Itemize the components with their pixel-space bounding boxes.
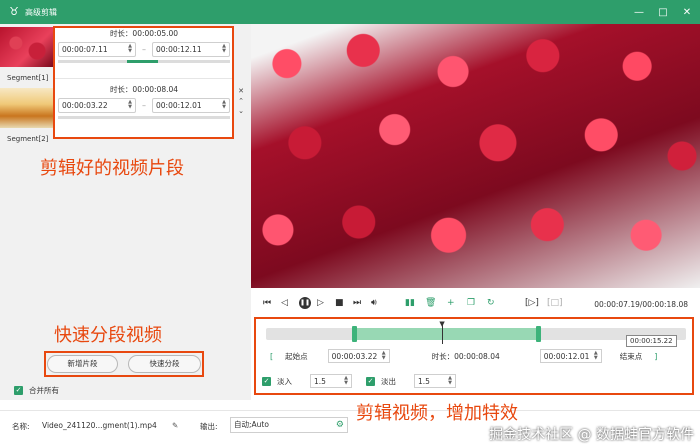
segment-progress-bar: [58, 60, 230, 63]
stepper-arrows-icon[interactable]: ▲ ▼: [344, 376, 348, 386]
delete-icon[interactable]: 🗑︎: [425, 296, 436, 310]
segment-thumbnail-2[interactable]: Segment[2]: [0, 88, 53, 144]
player-controls: ⏮ ◁ ❚❚ ▷ ■ ⏭ 🔊︎ ▮▮ 🗑︎ + ❐ ↻ [▷] [□] 00:0…: [251, 292, 700, 314]
split-icon[interactable]: ▮▮: [405, 296, 415, 310]
move-down-icon[interactable]: ⌄: [236, 106, 246, 116]
video-preview: [251, 24, 700, 288]
range-duration: 时长：00:00:08.04: [431, 351, 500, 361]
remove-segment-icon[interactable]: ✕: [236, 86, 246, 96]
stepper-arrows-icon[interactable]: ▲ ▼: [128, 100, 132, 110]
maximize-icon[interactable]: □: [658, 7, 668, 18]
minimize-icon[interactable]: —: [634, 7, 644, 18]
merge-all-checkbox[interactable]: ✓: [14, 386, 23, 395]
copy-icon[interactable]: ❐: [467, 296, 475, 310]
stepper-arrows-icon[interactable]: ▲ ▼: [382, 351, 386, 361]
segment-buttons: 新增片段 快速分段: [44, 352, 204, 376]
stepper-arrows-icon[interactable]: ▲ ▼: [222, 100, 226, 110]
segment-start-stepper[interactable]: 00:00:07.11 ▲ ▼: [58, 41, 136, 57]
undo-icon[interactable]: ↻: [487, 296, 495, 310]
selection-end-handle[interactable]: [536, 326, 541, 342]
segment-end-stepper[interactable]: 00:00:12.11 ▲ ▼: [152, 41, 230, 57]
stepper-arrows-icon[interactable]: ▲ ▼: [128, 44, 132, 54]
gear-icon[interactable]: ⚙: [336, 418, 344, 432]
title-bar: ♉ 高级剪辑 — □ ✕: [0, 0, 700, 24]
segment-end-stepper[interactable]: 00:00:12.01 ▲ ▼: [152, 97, 230, 113]
fade-out-label: 淡出: [381, 376, 396, 386]
stepper-arrows-icon[interactable]: ▲ ▼: [448, 376, 452, 386]
skip-end-icon[interactable]: ⏭: [353, 296, 361, 310]
annotation-clipped-segments: 剪辑好的视频片段: [40, 158, 184, 179]
output-select[interactable]: 自动;Auto ⚙: [230, 417, 348, 433]
name-label: 名称:: [12, 422, 30, 431]
range-dash: –: [142, 100, 146, 110]
skip-start-icon[interactable]: ⏮: [263, 296, 271, 310]
fade-out-stepper[interactable]: 1.5 ▲ ▼: [414, 374, 456, 388]
watermark: 掘金技术社区 @ 数据蛙官方软件: [489, 427, 694, 443]
stop-icon[interactable]: ■: [335, 296, 344, 310]
move-up-icon[interactable]: ⌃: [236, 96, 246, 106]
fade-in-label: 淡入: [277, 376, 292, 386]
segment-thumbnail-label: Segment[2]: [7, 135, 49, 143]
timecode: 00:00:07.19/00:00:18.08: [594, 300, 688, 309]
window-title: 高级剪辑: [25, 7, 57, 17]
card-divider: [55, 78, 233, 79]
stepper-arrows-icon[interactable]: ▲ ▼: [222, 44, 226, 54]
merge-all-option[interactable]: ✓ 合并所有: [14, 385, 59, 396]
quick-split-button[interactable]: 快速分段: [128, 355, 201, 373]
file-name: Video_241120...gment(1).mp4: [42, 421, 157, 430]
add-segment-button[interactable]: 新增片段: [47, 355, 119, 373]
step-forward-icon[interactable]: ▷: [317, 296, 324, 310]
start-bracket-icon[interactable]: [: [270, 352, 273, 361]
effects-controls: ✓ 淡入 1.5 ▲ ▼ ✓ 淡出 1.5 ▲ ▼: [262, 374, 456, 388]
range-controls: [ 起始点 00:00:03.22 ▲ ▼ 时长：00:00:08.04 00:0…: [262, 348, 690, 364]
segment-card-1[interactable]: 时长：00:00:05.00 00:00:07.11 ▲ ▼ – 00:00:12…: [58, 28, 230, 63]
start-point-label[interactable]: 起始点: [285, 351, 308, 362]
timeline-selection[interactable]: [354, 328, 539, 340]
segment-thumbnail-image: [0, 27, 53, 67]
end-point-stepper[interactable]: 00:00:12.01 ▲ ▼: [539, 349, 602, 363]
segment-duration: 时长：00:00:08.04: [109, 85, 179, 94]
rename-icon[interactable]: ✎: [172, 421, 178, 430]
step-back-icon[interactable]: ◁: [281, 296, 288, 310]
volume-icon[interactable]: 🔊︎: [371, 296, 377, 310]
fade-in-checkbox[interactable]: ✓: [262, 376, 271, 386]
range-dash: –: [142, 44, 146, 54]
stepper-arrows-icon[interactable]: ▲ ▼: [594, 351, 598, 361]
timeline-tooltip: 00:00:15.22: [626, 335, 677, 347]
segment-thumbnail-image: [0, 88, 53, 128]
merge-all-label: 合并所有: [29, 386, 59, 395]
window-controls: — □ ✕: [634, 0, 692, 24]
selection-start-handle[interactable]: [352, 326, 358, 342]
add-icon[interactable]: +: [447, 296, 455, 310]
segment-start-stepper[interactable]: 00:00:03.22 ▲ ▼: [58, 97, 136, 113]
mark-in-icon[interactable]: [▷]: [525, 296, 539, 310]
annotation-edit-effects: 剪辑视频，增加特效: [356, 403, 518, 424]
segment-thumbnail-1[interactable]: Segment[1]: [0, 27, 53, 83]
fade-out-checkbox[interactable]: ✓: [366, 376, 375, 386]
segment-side-controls: ✕ ⌃ ⌄: [236, 86, 246, 116]
segment-thumbnail-label: Segment[1]: [7, 74, 49, 82]
pause-icon[interactable]: ❚❚: [299, 297, 311, 309]
app-logo-icon: ♉: [9, 5, 19, 18]
output-label: 输出:: [200, 422, 218, 431]
close-icon[interactable]: ✕: [682, 7, 692, 18]
playhead-marker-icon[interactable]: ▼: [439, 320, 444, 328]
fade-in-stepper[interactable]: 1.5 ▲ ▼: [310, 374, 352, 388]
segment-list: 时长：00:00:05.00 00:00:07.11 ▲ ▼ – 00:00:12…: [55, 26, 233, 138]
annotation-quick-split: 快速分段视频: [54, 325, 162, 346]
end-point-label[interactable]: 结束点: [620, 351, 643, 362]
segment-duration: 时长：00:00:05.00: [109, 29, 179, 38]
segment-card-2[interactable]: 时长：00:00:08.04 00:00:03.22 ▲ ▼ – 00:00:12…: [58, 84, 230, 119]
end-bracket-icon[interactable]: ]: [654, 352, 657, 361]
start-point-stepper[interactable]: 00:00:03.22 ▲ ▼: [327, 349, 390, 363]
segment-progress-bar: [58, 116, 230, 119]
mark-out-icon[interactable]: [□]: [547, 296, 563, 310]
